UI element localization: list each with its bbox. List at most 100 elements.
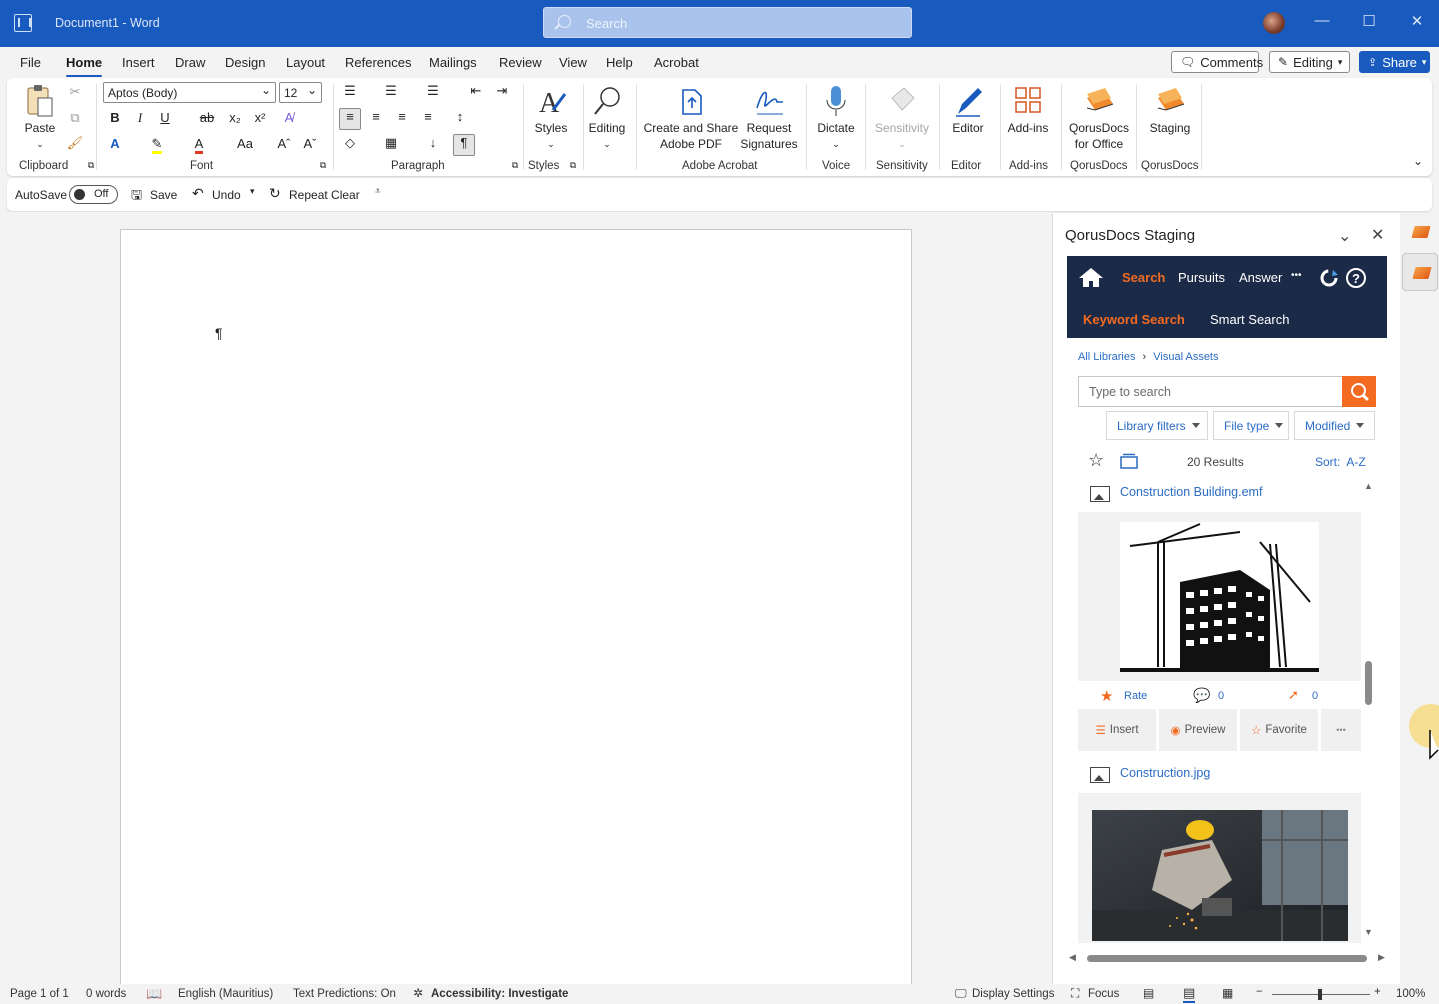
scroll-down-icon[interactable]: ▼ xyxy=(1364,927,1373,937)
cursor-flag-icon[interactable]: ➚ xyxy=(1288,687,1299,703)
shading-icon[interactable]: ◇ xyxy=(340,135,360,151)
window-icon[interactable] xyxy=(1120,453,1138,469)
document-page[interactable] xyxy=(120,229,912,989)
bold-button[interactable]: B xyxy=(105,110,125,125)
align-center-icon[interactable]: ≡ xyxy=(366,109,386,124)
page-count[interactable]: Page 1 of 1 xyxy=(10,988,69,1000)
editing-button[interactable]: Editing ⌄ xyxy=(585,84,629,152)
text-predictions-status[interactable]: Text Predictions: On xyxy=(293,988,396,1000)
nav-pursuits[interactable]: Pursuits xyxy=(1178,270,1225,285)
repeat-button[interactable]: Repeat Clear xyxy=(289,188,360,202)
scroll-thumb[interactable] xyxy=(1087,955,1367,962)
copy-icon[interactable]: ⧉ xyxy=(65,110,85,126)
pane-vertical-scrollbar[interactable]: ▲ ▼ xyxy=(1361,481,1377,941)
chevron-down-icon[interactable]: ⌄ xyxy=(1408,154,1428,168)
styles-button[interactable]: A Styles ⌄ xyxy=(529,84,573,152)
format-painter-icon[interactable]: 🖌 xyxy=(65,135,85,151)
maximize-button[interactable]: ☐ xyxy=(1359,12,1379,30)
clear-formatting-icon[interactable]: A̸ xyxy=(279,110,299,125)
text-effects-icon[interactable]: A xyxy=(105,136,125,151)
bullets-icon[interactable]: ☰ xyxy=(340,83,360,99)
avatar[interactable] xyxy=(1263,12,1285,34)
staging-addin-button[interactable] xyxy=(1402,253,1438,291)
customize-qat-icon[interactable]: ⩡ xyxy=(375,186,381,197)
more-icon[interactable]: ••• xyxy=(1291,270,1302,281)
library-filters-dropdown[interactable]: Library filters xyxy=(1106,411,1208,440)
undo-button[interactable]: Undo xyxy=(212,188,241,202)
italic-button[interactable]: I xyxy=(130,110,150,126)
qorusdocs-office-button[interactable]: QorusDocs for Office xyxy=(1065,84,1133,152)
highlight-icon[interactable]: ✎ xyxy=(147,136,167,154)
print-layout-icon[interactable]: ▤ xyxy=(1183,985,1196,1003)
save-button[interactable]: Save xyxy=(150,188,177,202)
zoom-out-icon[interactable]: − xyxy=(1256,986,1263,998)
preview-button[interactable]: ◉ Preview xyxy=(1159,709,1237,751)
insert-button[interactable]: ☰ Insert xyxy=(1078,709,1156,751)
numbering-icon[interactable]: ☰ xyxy=(381,83,401,99)
borders-icon[interactable]: ▦ xyxy=(381,135,401,151)
cut-icon[interactable]: ✂ xyxy=(65,84,85,100)
font-color-icon[interactable]: A xyxy=(189,136,209,154)
dialog-launcher-icon[interactable]: ⧉ xyxy=(313,160,333,171)
staging-button[interactable]: Staging xyxy=(1143,84,1197,136)
item-title[interactable]: Construction.jpg xyxy=(1120,766,1210,780)
tab-smart-search[interactable]: Smart Search xyxy=(1210,312,1289,327)
scroll-up-icon[interactable]: ▲ xyxy=(1364,481,1373,491)
title-search-box[interactable]: Search xyxy=(543,7,912,38)
align-left-icon[interactable]: ≡ xyxy=(339,108,361,130)
tab-home[interactable]: Home xyxy=(66,55,103,77)
superscript-button[interactable]: x² xyxy=(250,110,270,125)
close-button[interactable]: ✕ xyxy=(1407,12,1427,30)
tab-help[interactable]: Help xyxy=(606,55,633,70)
font-name-select[interactable]: Aptos (Body) xyxy=(103,82,276,103)
nav-search[interactable]: Search xyxy=(1122,270,1165,285)
favorite-button[interactable]: ☆ Favorite xyxy=(1240,709,1318,751)
shrink-font-icon[interactable]: Aˇ xyxy=(300,136,320,151)
tab-keyword-search[interactable]: Keyword Search xyxy=(1083,312,1185,327)
display-settings-button[interactable]: Display Settings xyxy=(972,988,1054,1000)
proofing-book-icon[interactable]: 📖 xyxy=(146,986,162,1002)
minimize-button[interactable]: — xyxy=(1312,12,1332,29)
pane-horizontal-scrollbar[interactable]: ◀ ▶ xyxy=(1069,952,1387,966)
tab-mailings[interactable]: Mailings xyxy=(429,55,477,70)
rate-link[interactable]: Rate xyxy=(1124,690,1147,702)
crumb-all-libraries[interactable]: All Libraries xyxy=(1078,351,1135,363)
close-icon[interactable]: ✕ xyxy=(1371,225,1384,245)
decrease-indent-icon[interactable]: ⇤ xyxy=(466,83,486,99)
line-spacing-icon[interactable]: ↕ xyxy=(450,109,470,124)
justify-icon[interactable]: ≡ xyxy=(418,109,438,124)
dictate-button[interactable]: Dictate ⌄ xyxy=(813,84,859,152)
tab-insert[interactable]: Insert xyxy=(122,55,155,70)
tab-acrobat[interactable]: Acrobat xyxy=(654,55,699,70)
nav-answer[interactable]: Answer xyxy=(1239,270,1282,285)
qorus-search-input[interactable]: Type to search xyxy=(1078,376,1376,407)
increase-indent-icon[interactable]: ⇥ xyxy=(492,83,512,99)
change-case-button[interactable]: Aa xyxy=(232,136,258,151)
editor-button[interactable]: Editor xyxy=(945,84,991,136)
construction-worker-thumbnail[interactable] xyxy=(1092,810,1348,941)
comments-button[interactable]: 🗨 Comments xyxy=(1171,51,1263,73)
dialog-launcher-icon[interactable]: ⧉ xyxy=(505,160,525,171)
read-mode-icon[interactable]: ▤ xyxy=(1143,986,1154,1000)
paste-button[interactable]: Paste ⌄ xyxy=(21,84,59,152)
tab-references[interactable]: References xyxy=(345,55,411,70)
file-type-dropdown[interactable]: File type xyxy=(1213,411,1289,440)
tab-design[interactable]: Design xyxy=(225,55,265,70)
align-right-icon[interactable]: ≡ xyxy=(392,109,412,124)
construction-building-thumbnail[interactable] xyxy=(1120,522,1319,672)
accessibility-status[interactable]: Accessibility: Investigate xyxy=(431,988,568,1000)
sort-icon[interactable]: ↓ xyxy=(423,135,443,150)
zoom-level[interactable]: 100% xyxy=(1396,988,1425,1000)
tab-view[interactable]: View xyxy=(559,55,587,70)
create-pdf-button[interactable]: Create and Share Adobe PDF xyxy=(643,84,739,152)
scroll-left-icon[interactable]: ◀ xyxy=(1069,952,1076,963)
underline-button[interactable]: U xyxy=(155,110,175,125)
zoom-slider-thumb[interactable] xyxy=(1318,989,1322,1000)
qorusdocs-addin-icon[interactable] xyxy=(1411,226,1431,238)
tab-file[interactable]: File xyxy=(20,55,41,70)
show-marks-icon[interactable]: ¶ xyxy=(453,134,475,156)
editing-mode-button[interactable]: ✎ Editing ▾ xyxy=(1269,51,1350,73)
grow-font-icon[interactable]: Aˆ xyxy=(274,136,294,151)
web-layout-icon[interactable]: ▦ xyxy=(1222,986,1233,1000)
dialog-launcher-icon[interactable]: ⧉ xyxy=(563,160,583,171)
